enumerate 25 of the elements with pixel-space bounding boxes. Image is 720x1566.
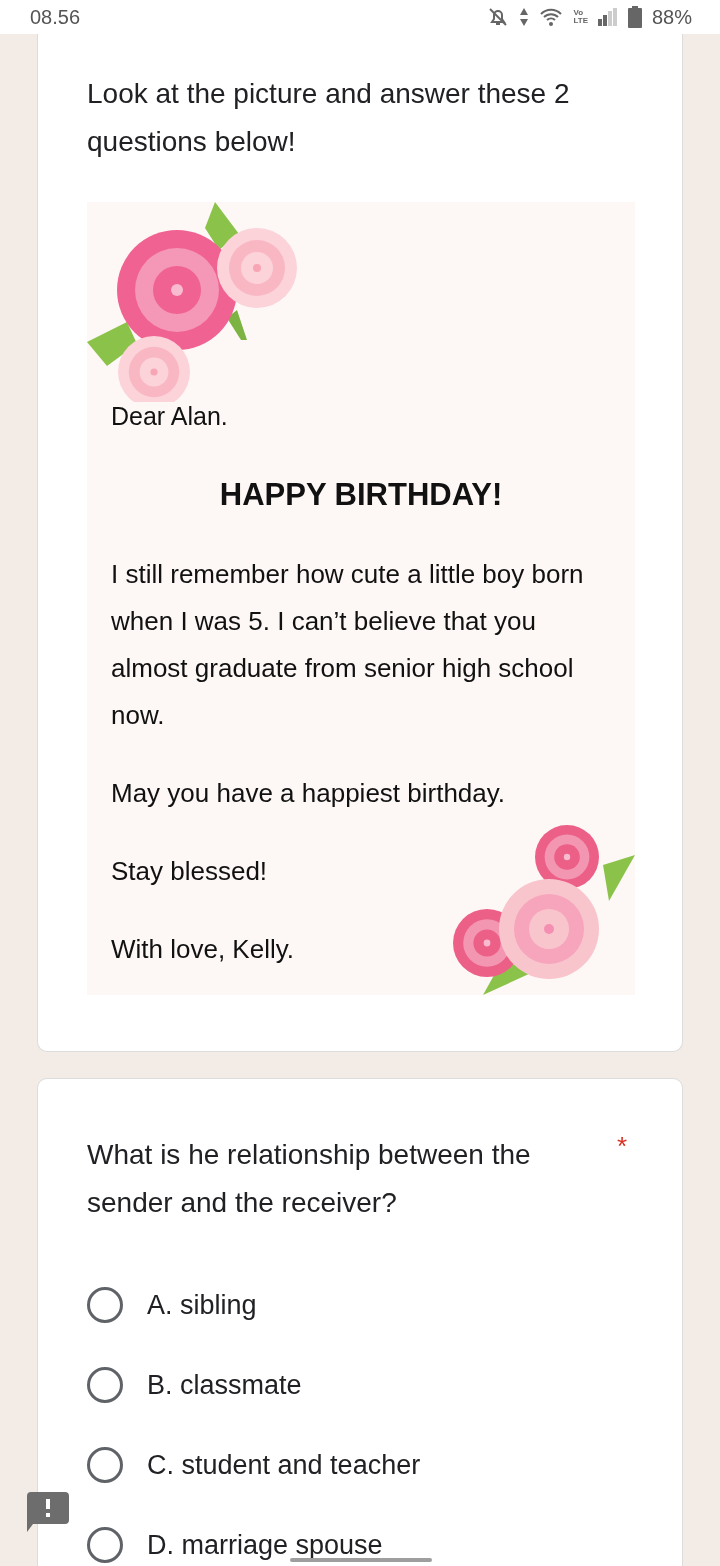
letter-paragraph: Stay blessed! bbox=[111, 855, 269, 888]
intro-title: Look at the picture and answer these 2 questions below! bbox=[87, 77, 571, 159]
letter-paragraph: May you have a happiest birthday. bbox=[111, 777, 507, 810]
answer-option[interactable]: D. marriage spouse bbox=[87, 1505, 634, 1566]
radio-button[interactable] bbox=[87, 1287, 123, 1323]
battery-icon bbox=[627, 6, 642, 28]
letter-greeting: Dear Alan. bbox=[111, 402, 229, 431]
answer-option[interactable]: B. classmate bbox=[87, 1345, 634, 1425]
network-type-label: Vo LTE bbox=[573, 9, 588, 25]
radio-button[interactable] bbox=[87, 1367, 123, 1403]
battery-percent: 88% bbox=[651, 5, 692, 29]
letter-paragraph: With love, Kelly. bbox=[111, 933, 295, 966]
letter-heading: HAPPY BIRTHDAY! bbox=[218, 477, 504, 513]
answer-option[interactable]: C. student and teacher bbox=[87, 1425, 634, 1505]
feedback-icon[interactable] bbox=[27, 1492, 69, 1532]
required-mark: * bbox=[617, 1131, 628, 1162]
wifi-icon bbox=[539, 7, 564, 27]
signal-icon bbox=[597, 8, 618, 26]
letter-paragraph: I still remember how cute a little boy born when I was 5. I can’t believe that you almost graduate from senior high school now. bbox=[111, 558, 585, 732]
status-time: 08.56 bbox=[30, 5, 82, 29]
radio-button[interactable] bbox=[87, 1447, 123, 1483]
question-text: What is he relationship between the sender and the receiver? bbox=[87, 1138, 532, 1220]
data-arrows-icon bbox=[519, 7, 530, 27]
answer-option[interactable]: A. sibling bbox=[87, 1265, 634, 1345]
radio-button[interactable] bbox=[87, 1527, 123, 1563]
